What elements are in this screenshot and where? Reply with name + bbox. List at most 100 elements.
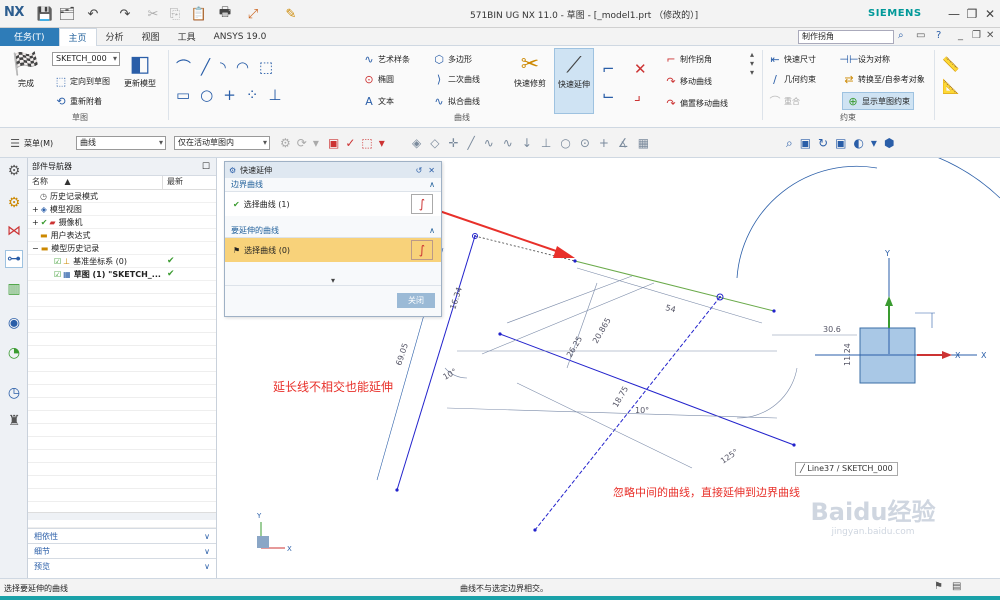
boundary-curve-section[interactable]: 边界曲线 ∧ [225, 178, 441, 192]
save-icon[interactable]: 💾 [36, 5, 54, 23]
sketch-name-select[interactable]: SKETCH_000 [52, 52, 120, 66]
dialog-close-icon[interactable]: ✕ [428, 166, 435, 175]
close-part-icon[interactable]: ✕ [986, 30, 994, 41]
select-icons[interactable]: ▣✓⬚▾ [328, 136, 391, 150]
tree-node[interactable]: ▬ 用户表达式 [28, 229, 216, 242]
checkbox-icon[interactable]: ☑ [54, 257, 61, 266]
tab-ansys[interactable]: ANSYS 19.0 [205, 28, 276, 46]
dimension-text[interactable]: 18.75 [611, 385, 630, 409]
tab-home[interactable]: 主页 [58, 27, 97, 46]
cut-icon[interactable]: ✂ [144, 5, 162, 23]
tab-view[interactable]: 视图 [133, 28, 169, 46]
move-curve-button[interactable]: ↷ 移动曲线 [664, 74, 712, 88]
endpoint-marker[interactable] [498, 332, 502, 336]
boundary-select-row[interactable]: ✔ 选择曲线 (1) ∫ [225, 192, 441, 216]
type-filter-select[interactable]: 曲线 [76, 136, 166, 150]
sketch-line[interactable] [499, 333, 795, 446]
tree-node[interactable]: + ◈ 模型视图 [28, 203, 216, 216]
coincident-button[interactable]: ⌒ 重合 [768, 94, 801, 108]
part-navigator-icon[interactable]: ⊶ [5, 250, 23, 268]
settings-icon[interactable]: ⚙ [5, 162, 23, 180]
reattach-button[interactable]: ⟲ 重新附着 [54, 94, 102, 108]
command-search-input[interactable]: 制作拐角 [798, 30, 894, 44]
extend-select-row[interactable]: ⚑ 选择曲线 (0) ∫ [225, 238, 441, 262]
snap-point-icons[interactable]: ◈◇✛╱∿∿↓⊥○⊙+∡▦ [412, 136, 658, 150]
fillet-chamfer-icons[interactable]: ⌐ ⌙ [602, 56, 615, 108]
tab-analysis[interactable]: 分析 [97, 28, 133, 46]
dimension-text[interactable]: 20.865 [591, 316, 613, 345]
paste-icon[interactable]: 📋 [190, 5, 208, 23]
endpoint-marker[interactable] [772, 309, 776, 313]
endpoint-marker[interactable] [474, 235, 476, 237]
quick-trim-button[interactable]: ✂ 快速修剪 [514, 50, 546, 89]
tab-tools[interactable]: 工具 [169, 28, 205, 46]
art-spline-button[interactable]: ∿ 艺术样条 [362, 52, 410, 66]
dimension-text[interactable]: 69.05 [394, 342, 410, 367]
profile-line-arc-icons[interactable]: ⌒╱◝◠⬚ [176, 56, 283, 77]
x-axis-arrow[interactable] [942, 351, 952, 359]
horizontal-scrollbar[interactable] [28, 512, 216, 520]
expand-icon[interactable]: + [32, 205, 39, 214]
web-browser-icon[interactable]: ◉ [5, 314, 23, 332]
tree-node[interactable]: ◷ 历史记录模式 [28, 190, 216, 203]
rect-circle-point-icons[interactable]: ▭○+⁘⊥ [176, 86, 291, 104]
maximize-icon[interactable]: ☐ [202, 162, 210, 172]
endpoint-marker[interactable] [573, 259, 577, 263]
assembly-navigator-icon[interactable]: ⚙ [5, 194, 23, 212]
flag-icon[interactable]: ⚑ [934, 581, 943, 592]
log-icon[interactable]: ▤ [952, 581, 961, 592]
menu-button[interactable]: ☰ 菜单(M) [8, 136, 53, 150]
dimension-text[interactable]: 10° [635, 406, 649, 415]
column-latest[interactable]: 最新 [163, 176, 183, 189]
gear-icon[interactable]: ⚙ [229, 166, 236, 175]
reuse-library-icon[interactable]: ▥ [5, 280, 23, 298]
minimize-icon[interactable]: — [944, 4, 964, 24]
roles-icon[interactable]: ♜ [5, 412, 23, 430]
endpoint-marker[interactable] [395, 488, 399, 492]
conic-button[interactable]: ⟩ 二次曲线 [432, 72, 480, 86]
make-symmetric-button[interactable]: ⊣⊢ 设为对称 [839, 52, 890, 66]
print-icon[interactable]: 🖶 [216, 5, 234, 23]
tree-node[interactable]: ☑ ▦ 草图 (1) "SKETCH_... ✔ [28, 268, 216, 281]
help-icon[interactable]: ? [936, 30, 941, 41]
window-menu-icon[interactable]: ▭ [916, 30, 925, 41]
finish-button[interactable]: 🏁 完成 [12, 50, 40, 89]
update-model-button[interactable]: ◧ 更新模型 [124, 50, 156, 89]
snap-icons[interactable]: ⚙⟳▾ [280, 136, 325, 150]
tab-task[interactable]: 任务(T) [0, 27, 59, 46]
quick-extend-button[interactable]: ⟋ 快速延伸 [554, 48, 594, 114]
tree-node[interactable]: + ✔ ▰ 摄像机 [28, 216, 216, 229]
close-icon[interactable]: ✕ [980, 4, 1000, 24]
ruler-icons[interactable]: 📏 📐 [942, 54, 959, 98]
convert-reference-button[interactable]: ⇄ 转换至/自参考对象 [842, 72, 924, 86]
view-icons[interactable]: ⌕▣↻▣◐▾⬢ [786, 136, 901, 151]
fit-curve-button[interactable]: ∿ 拟合曲线 [432, 94, 480, 108]
y-axis-arrow[interactable] [885, 296, 893, 306]
expand-more-icon[interactable]: ▾ [225, 276, 441, 286]
minimize-ribbon-icon[interactable]: _ [958, 30, 963, 41]
trim-corner-icons[interactable]: ✕ ⌟ [634, 56, 647, 108]
endpoint-marker[interactable] [719, 296, 721, 298]
accordion-dependencies[interactable]: 相依性 ∨ [28, 528, 216, 543]
copy-icon[interactable]: ⎘ [166, 5, 184, 23]
dimension-text[interactable]: 125° [719, 447, 740, 465]
geometric-constraint-button[interactable]: ∕ 几何约束 [768, 72, 816, 86]
save-all-icon[interactable]: 🗂 [58, 5, 76, 23]
close-button[interactable]: 关闭 [397, 293, 435, 308]
endpoint-marker[interactable] [792, 443, 796, 447]
dimension-text[interactable]: 26.25 [565, 335, 584, 359]
outer-arc[interactable] [797, 158, 1000, 199]
column-name[interactable]: 名称 ▲ [28, 176, 163, 189]
selection-icon[interactable]: ⤢ [244, 5, 262, 23]
restore-icon[interactable]: ❐ [962, 4, 982, 24]
ellipse-button[interactable]: ⊙ 椭圆 [362, 72, 394, 86]
dimension-text[interactable]: 30.6 [823, 325, 841, 334]
reset-icon[interactable]: ↺ [416, 166, 423, 175]
quick-dimension-button[interactable]: ⇤ 快速尺寸 [768, 52, 816, 66]
history-icon[interactable]: ◔ [5, 344, 23, 362]
tree-node[interactable]: − ▬ 模型历史记录 [28, 242, 216, 255]
expand-icon[interactable]: + [32, 218, 39, 227]
checkbox-icon[interactable]: ☑ [54, 270, 61, 279]
undo-icon[interactable]: ↶ [84, 5, 102, 23]
show-sketch-constraints-toggle[interactable]: ⊕ 显示草图约束 [842, 92, 914, 110]
